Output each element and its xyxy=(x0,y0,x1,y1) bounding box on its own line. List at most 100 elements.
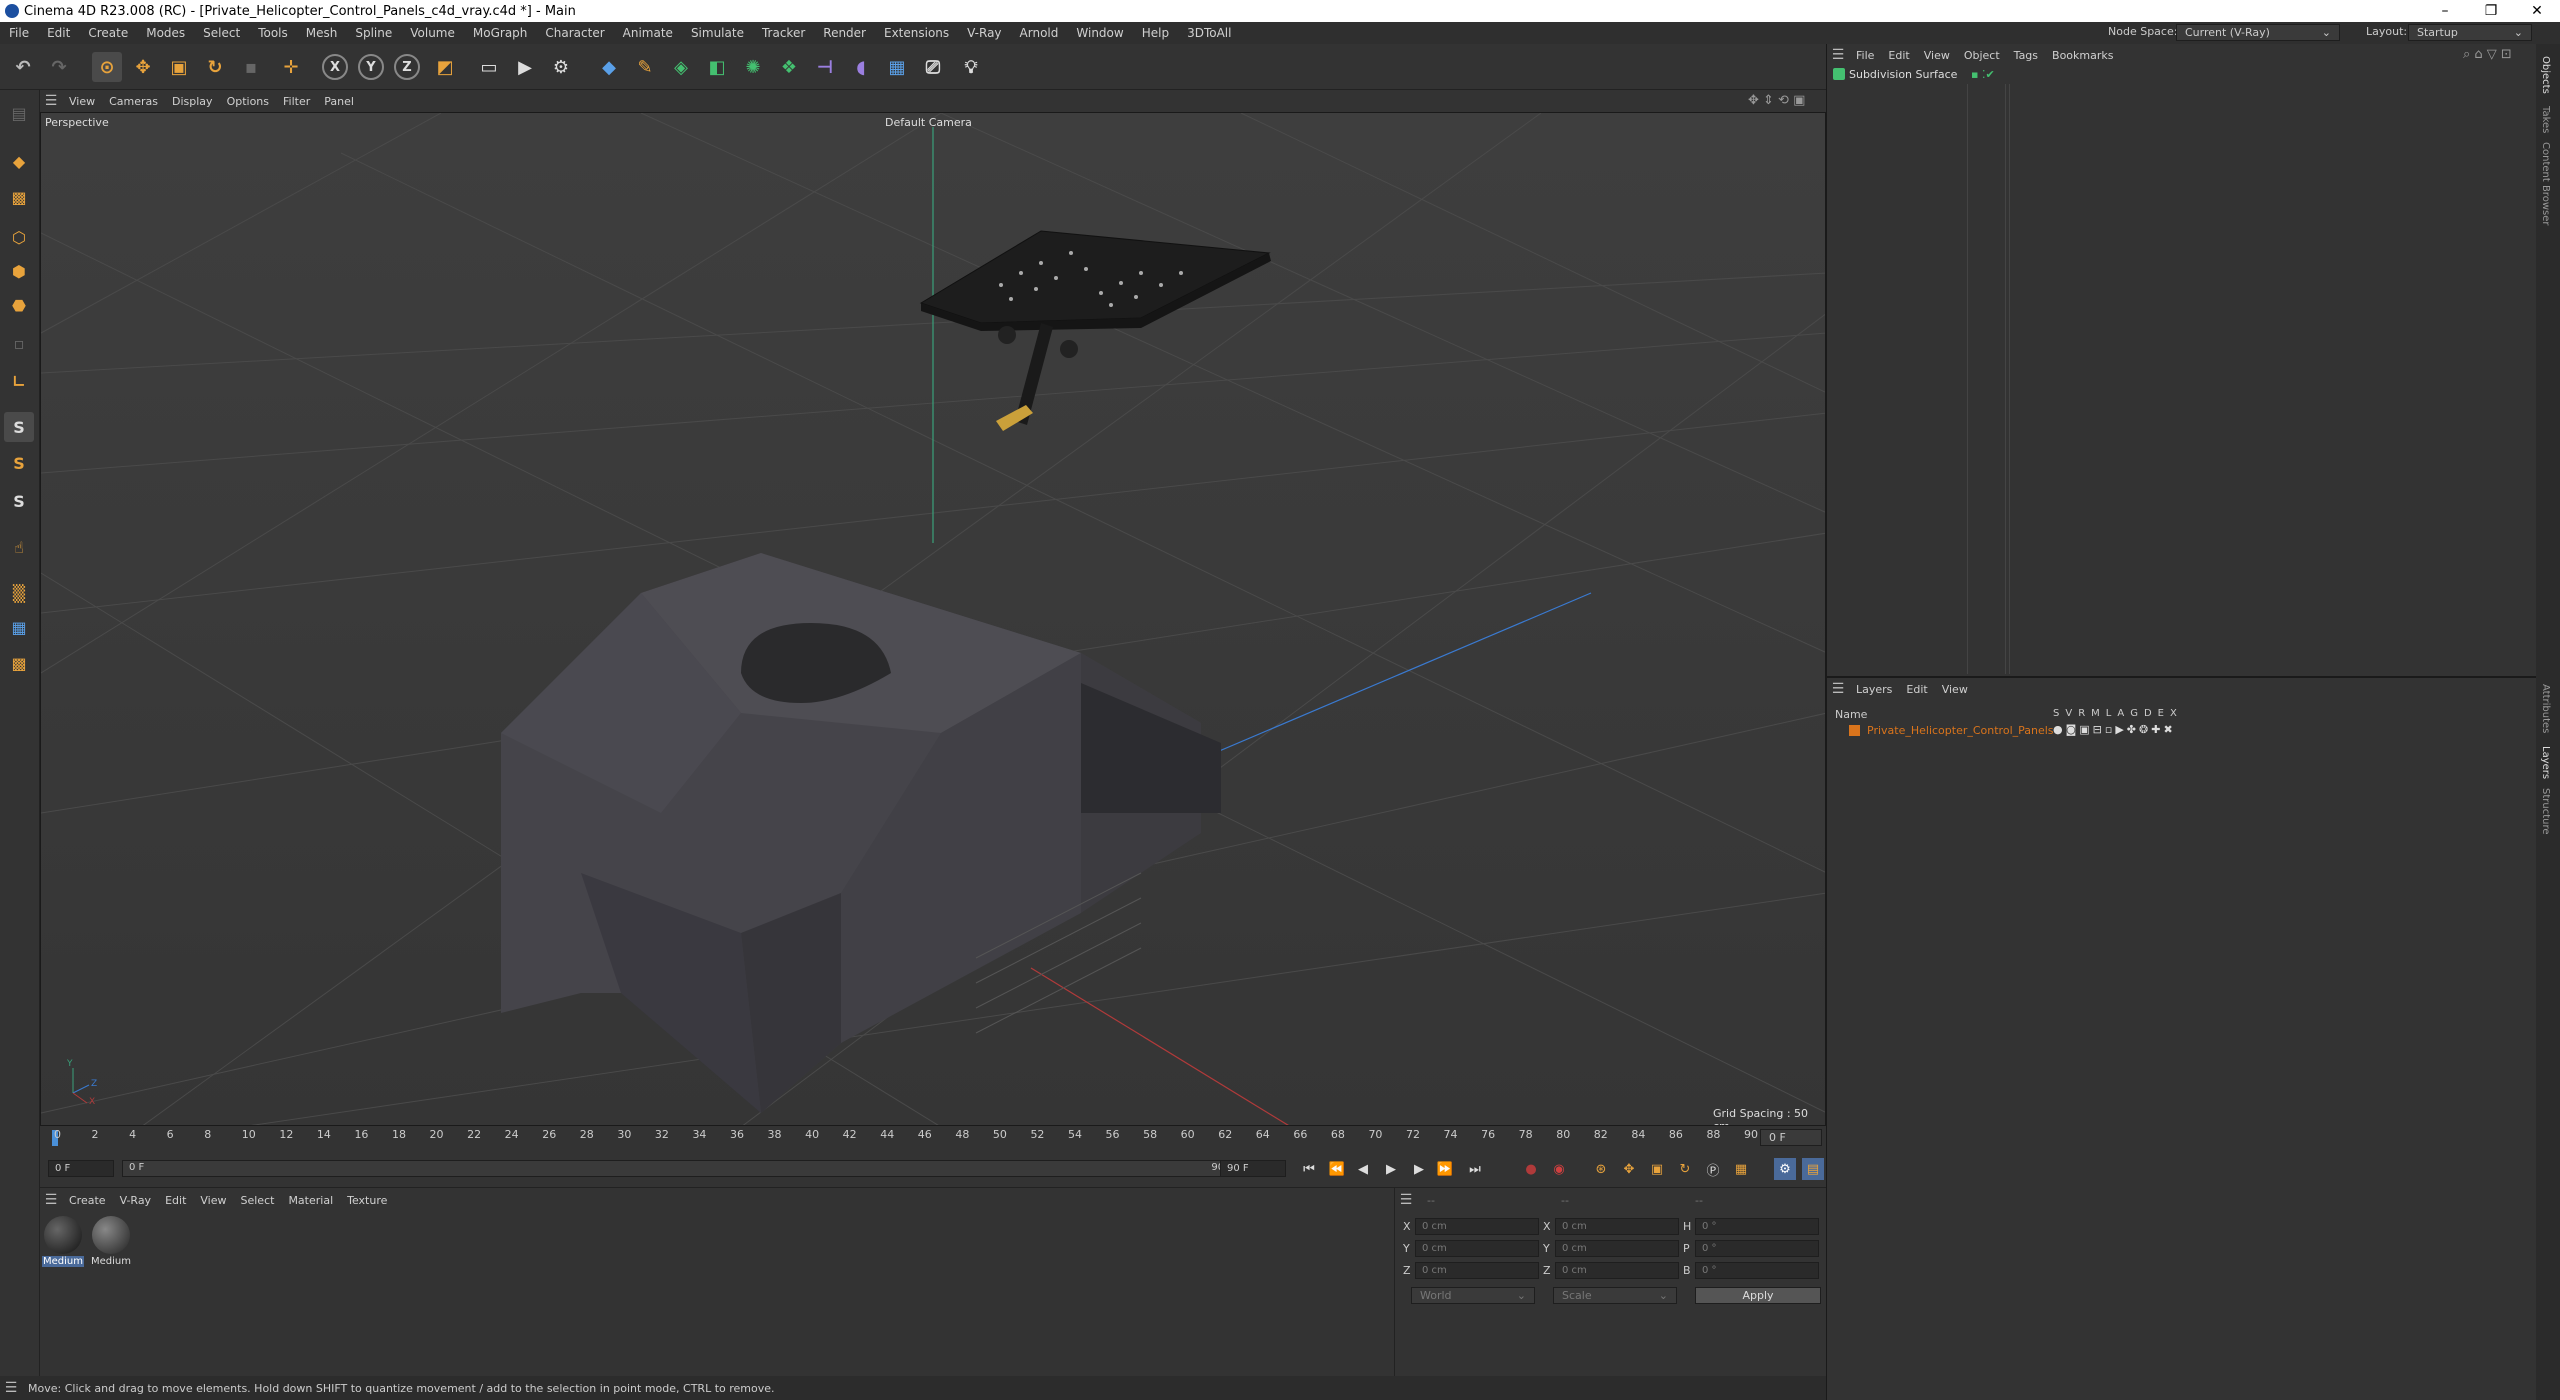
undo-icon[interactable]: ↶ xyxy=(8,52,38,82)
size-y-field[interactable]: 0 cm xyxy=(1555,1240,1679,1257)
tab-attributes[interactable]: Attributes xyxy=(2540,684,2551,733)
menu-select[interactable]: Select xyxy=(194,26,249,40)
play-icon[interactable]: ▶ xyxy=(1380,1158,1402,1180)
snap-settings-icon[interactable]: S xyxy=(4,448,34,478)
object-menu-tags[interactable]: Tags xyxy=(2007,49,2045,62)
minimize-button[interactable]: – xyxy=(2422,0,2468,22)
menu-file[interactable]: File xyxy=(0,26,38,40)
menu-mograph[interactable]: MoGraph xyxy=(464,26,537,40)
workplane-icon[interactable]: S xyxy=(4,486,34,516)
maximize-button[interactable]: ❐ xyxy=(2468,0,2514,22)
layout-dropdown[interactable]: Startup ⌄ xyxy=(2408,24,2532,41)
key-position-icon[interactable]: ✥ xyxy=(1618,1158,1640,1180)
next-key-icon[interactable]: ⏩ xyxy=(1434,1158,1456,1180)
tweak-icon[interactable]: ☝ xyxy=(4,532,34,562)
lock-workplane-icon[interactable]: ▦ xyxy=(4,612,34,642)
pen-spline-icon[interactable]: ✎ xyxy=(630,52,660,82)
axis-mode-icon[interactable]: ∟ xyxy=(4,366,34,396)
live-select-icon[interactable]: ✛ xyxy=(276,52,306,82)
menu-spline[interactable]: Spline xyxy=(346,26,401,40)
menu-simulate[interactable]: Simulate xyxy=(682,26,753,40)
material-menu-edit[interactable]: Edit xyxy=(158,1194,193,1207)
floor-icon[interactable]: ▦ xyxy=(882,52,912,82)
key-pla-icon[interactable]: ▦ xyxy=(1730,1158,1752,1180)
previous-frame-icon[interactable]: ◀ xyxy=(1352,1158,1374,1180)
object-row[interactable]: Subdivision Surface ▪ ⁚✔ xyxy=(1827,66,2537,84)
texture-mode-icon[interactable]: ▩ xyxy=(4,182,34,212)
viewport-nav-icon[interactable]: ✥ ⇕ ⟲ ▣ xyxy=(1748,93,1805,108)
key-scale-icon[interactable]: ▣ xyxy=(1646,1158,1668,1180)
motion-icon[interactable]: ▤ xyxy=(1802,1158,1824,1180)
timeline-icon[interactable]: ⚙ xyxy=(1774,1158,1796,1180)
material-menu-material[interactable]: Material xyxy=(281,1194,340,1207)
close-button[interactable]: ✕ xyxy=(2514,0,2560,22)
menu-animate[interactable]: Animate xyxy=(614,26,682,40)
menu-tracker[interactable]: Tracker xyxy=(753,26,814,40)
coordinate-system-icon[interactable]: ◩ xyxy=(430,52,460,82)
menu-modes[interactable]: Modes xyxy=(137,26,194,40)
camera-icon[interactable]: ⎚ xyxy=(918,52,948,82)
menu-help[interactable]: Help xyxy=(1133,26,1178,40)
recent-tool-icon[interactable]: ▪ xyxy=(236,52,266,82)
model-mode-icon[interactable]: ◆ xyxy=(4,146,34,176)
node-space-dropdown[interactable]: Current (V-Ray) ⌄ xyxy=(2176,24,2340,41)
viewport-menu-filter[interactable]: Filter xyxy=(276,95,317,108)
tab-content-browser[interactable]: Content Browser xyxy=(2540,142,2551,225)
rot-b-field[interactable]: 0 ° xyxy=(1695,1262,1819,1279)
previous-key-icon[interactable]: ⏪ xyxy=(1326,1158,1348,1180)
extrude-icon[interactable]: ◧ xyxy=(702,52,732,82)
hamburger-icon[interactable]: ☰ xyxy=(40,93,62,109)
scale-tool-icon[interactable]: ▣ xyxy=(164,52,194,82)
cube-icon[interactable]: ◆ xyxy=(594,52,624,82)
y-axis-lock-icon[interactable]: Y xyxy=(358,54,384,80)
snap-icon[interactable]: S xyxy=(4,412,34,442)
go-to-end-icon[interactable]: ⏭ xyxy=(1464,1158,1486,1180)
move-tool-icon[interactable]: ✥ xyxy=(128,52,158,82)
x-axis-lock-icon[interactable]: X xyxy=(322,54,348,80)
object-menu-view[interactable]: View xyxy=(1917,49,1957,62)
tab-objects[interactable]: Objects xyxy=(2540,56,2551,94)
rot-h-field[interactable]: 0 ° xyxy=(1695,1218,1819,1235)
points-mode-icon[interactable]: ⬡ xyxy=(4,222,34,252)
render-region-icon[interactable]: ▭ xyxy=(474,52,504,82)
next-frame-icon[interactable]: ▶ xyxy=(1408,1158,1430,1180)
menu-window[interactable]: Window xyxy=(1067,26,1132,40)
menu-render[interactable]: Render xyxy=(814,26,875,40)
menu-create[interactable]: Create xyxy=(79,26,137,40)
pos-z-field[interactable]: 0 cm xyxy=(1415,1262,1539,1279)
z-axis-lock-icon[interactable]: Z xyxy=(394,54,420,80)
start-frame-field[interactable]: 0 F xyxy=(48,1160,114,1177)
cloner-icon[interactable]: ✺ xyxy=(738,52,768,82)
polygons-mode-icon[interactable]: ⬣ xyxy=(4,290,34,320)
object-menu-bookmarks[interactable]: Bookmarks xyxy=(2045,49,2120,62)
redo-icon[interactable]: ↷ xyxy=(44,52,74,82)
auto-key-icon[interactable]: ◉ xyxy=(1548,1158,1570,1180)
grid-icon[interactable]: ▒ xyxy=(4,578,34,608)
render-view-icon[interactable]: ▶ xyxy=(510,52,540,82)
key-parameter-icon[interactable]: Ⓟ xyxy=(1702,1158,1724,1180)
layer-row[interactable]: Private_Helicopter_Control_Panels ●◙▣⊟▫▶… xyxy=(1827,722,2537,740)
timeline-ruler[interactable]: 0 2 4 6 8 10 12 14 16 18 20 22 24 26 28 30 32 34 36 38 40 42 4… xyxy=(40,1126,1826,1150)
menu-edit[interactable]: Edit xyxy=(38,26,79,40)
menu-volume[interactable]: Volume xyxy=(401,26,464,40)
edges-mode-icon[interactable]: ⬢ xyxy=(4,256,34,286)
viewport-menu-cameras[interactable]: Cameras xyxy=(102,95,165,108)
tab-structure[interactable]: Structure xyxy=(2540,788,2551,835)
hamburger-icon[interactable]: ☰ xyxy=(1395,1192,1417,1208)
visibility-check-icon[interactable]: ▪ ⁚✔ xyxy=(1971,68,1995,81)
tab-layers[interactable]: Layers xyxy=(2540,746,2551,779)
end-frame-field[interactable]: 90 F xyxy=(1220,1160,1286,1177)
size-x-field[interactable]: 0 cm xyxy=(1555,1218,1679,1235)
menu-arnold[interactable]: Arnold xyxy=(1011,26,1068,40)
deformer-icon[interactable]: ⊣ xyxy=(810,52,840,82)
coordinate-system-dropdown[interactable]: World ⌄ xyxy=(1411,1287,1535,1304)
layer-color-swatch[interactable] xyxy=(1849,725,1860,736)
select-tool-icon[interactable]: ⊙ xyxy=(92,52,122,82)
object-menu-object[interactable]: Object xyxy=(1957,49,2007,62)
hamburger-icon[interactable]: ☰ xyxy=(40,1192,62,1208)
render-settings-icon[interactable]: ⚙ xyxy=(546,52,576,82)
keyframe-selection-icon[interactable]: ⊛ xyxy=(1590,1158,1612,1180)
camera-label[interactable]: Default Camera xyxy=(885,116,972,129)
3d-viewport[interactable]: Perspective Default Camera Grid Spacing … xyxy=(40,112,1826,1126)
rotate-tool-icon[interactable]: ↻ xyxy=(200,52,230,82)
